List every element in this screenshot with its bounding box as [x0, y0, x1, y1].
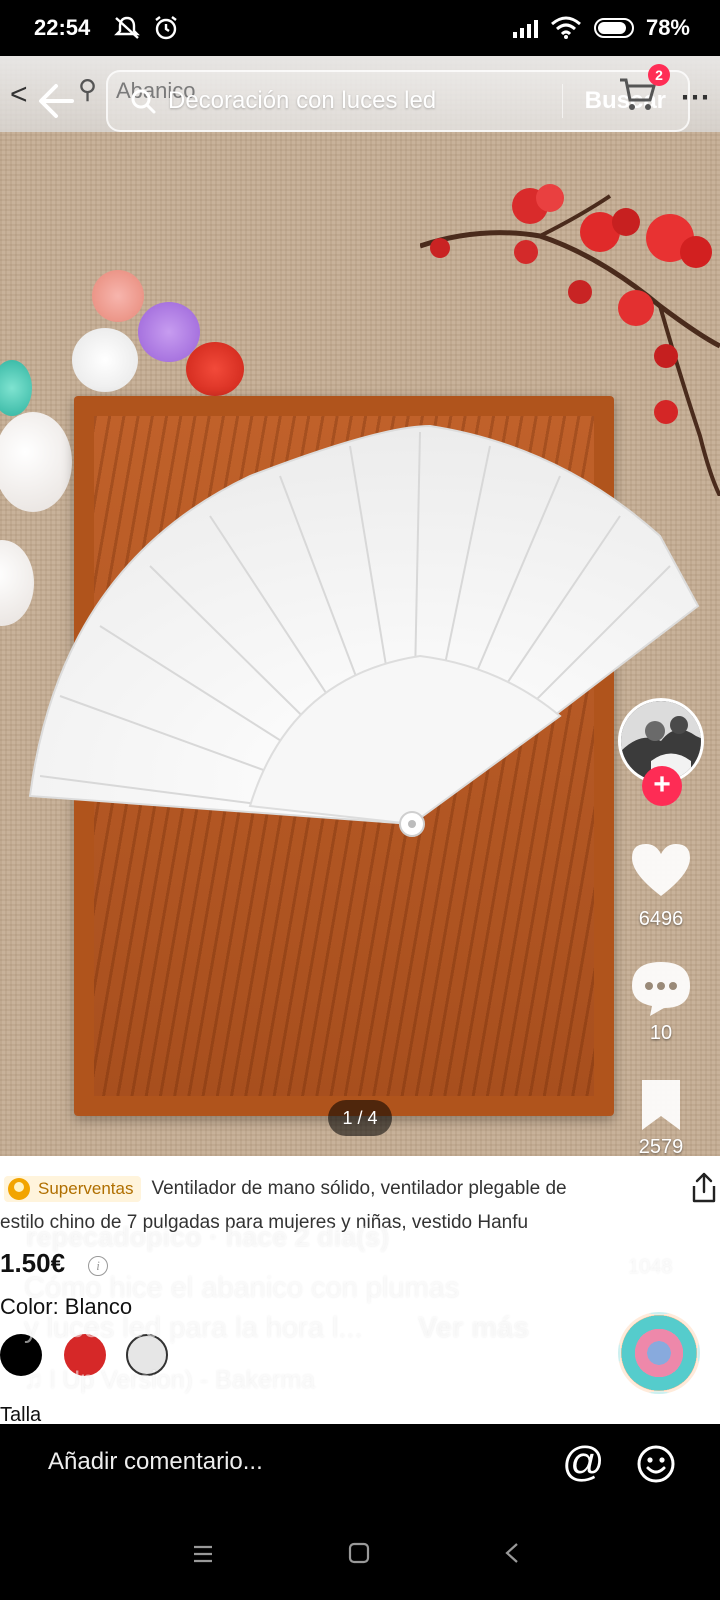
underlying-back-icon: < — [10, 78, 28, 111]
status-time: 22:54 — [34, 15, 91, 40]
share-icon[interactable] — [690, 1172, 718, 1204]
size-label: Talla — [0, 1404, 42, 1424]
mute-notification-icon — [114, 16, 141, 39]
share-arrow-icon[interactable] — [622, 1198, 692, 1244]
decor-rose-white — [72, 328, 138, 392]
menu-nav-icon[interactable] — [192, 1544, 214, 1564]
music-disc-icon[interactable] — [618, 1312, 700, 1394]
search-bar[interactable]: Decoración con luces led Buscar — [106, 70, 690, 132]
mention-icon[interactable]: @ — [562, 1438, 605, 1486]
signal-icon — [512, 18, 538, 38]
underlying-search-icon: ⚲ — [78, 74, 98, 104]
search-query-text[interactable]: Decoración con luces led — [168, 87, 436, 115]
system-nav-bar — [0, 1504, 720, 1600]
status-right: 78% — [512, 15, 690, 41]
status-left: 22:54 — [34, 14, 180, 42]
comment-input[interactable]: Añadir comentario... — [48, 1448, 263, 1476]
status-bar: 22:54 78% — [0, 0, 720, 56]
back-nav-icon[interactable] — [504, 1542, 520, 1564]
white-fan — [28, 424, 700, 837]
product-title-line1: Ventilador de mano sólido, ventilador pl… — [151, 1178, 567, 1199]
see-more-link[interactable]: Ver más — [418, 1312, 529, 1345]
video-author[interactable]: repecadopico · hace 2 día(s) — [26, 1222, 389, 1253]
like-button[interactable] — [630, 842, 692, 898]
back-arrow-icon[interactable] — [36, 78, 76, 124]
video-author-name[interactable]: repecadopico — [26, 1222, 202, 1252]
battery-icon — [593, 18, 634, 38]
product-image[interactable]: 1 / 4 — [0, 56, 720, 1156]
decor-rose-pink — [92, 270, 144, 322]
wifi-icon — [550, 16, 581, 39]
medal-icon — [8, 1178, 30, 1200]
decor-rose-teal — [0, 360, 32, 416]
alarm-icon — [155, 16, 178, 40]
comment-bubble-icon — [632, 962, 690, 1016]
music-track[interactable]: ♫ l Up Version) - Bakerma — [24, 1366, 315, 1395]
like-count: 6496 — [638, 908, 684, 930]
video-post-time: · hace 2 día(s) — [209, 1222, 390, 1252]
bestseller-badge: Superventas — [4, 1176, 142, 1202]
more-options-icon[interactable]: ⋯ — [680, 80, 712, 115]
home-nav-icon[interactable] — [348, 1542, 370, 1564]
bookmark-icon — [642, 1080, 680, 1130]
search-icon — [131, 89, 156, 114]
bestseller-badge-label: Superventas — [38, 1179, 134, 1198]
cart-badge: 2 — [648, 64, 670, 86]
decor-rose-red — [186, 342, 244, 396]
save-button[interactable] — [630, 1078, 692, 1132]
share-count-ghost: 1048 — [628, 1256, 673, 1278]
screen: 22:54 78% 1 / 4 < ⚲ Abanico Decoración c… — [0, 0, 720, 1600]
comment-count: 10 — [649, 1022, 673, 1044]
video-caption-line1: Cómo hice el abanico con plumas — [24, 1272, 460, 1304]
heart-icon — [632, 844, 690, 896]
image-page-indicator: 1 / 4 — [328, 1100, 392, 1136]
comment-bar: Añadir comentario... @ — [0, 1424, 720, 1504]
video-caption-line2: y luces led para la hora l... — [24, 1312, 363, 1344]
emoji-icon[interactable] — [636, 1444, 676, 1484]
follow-button[interactable]: + — [642, 766, 682, 806]
comment-button[interactable] — [630, 958, 692, 1016]
product-title-row: Superventas Ventilador de mano sólido, v… — [4, 1176, 567, 1202]
battery-percent: 78% — [645, 15, 690, 40]
